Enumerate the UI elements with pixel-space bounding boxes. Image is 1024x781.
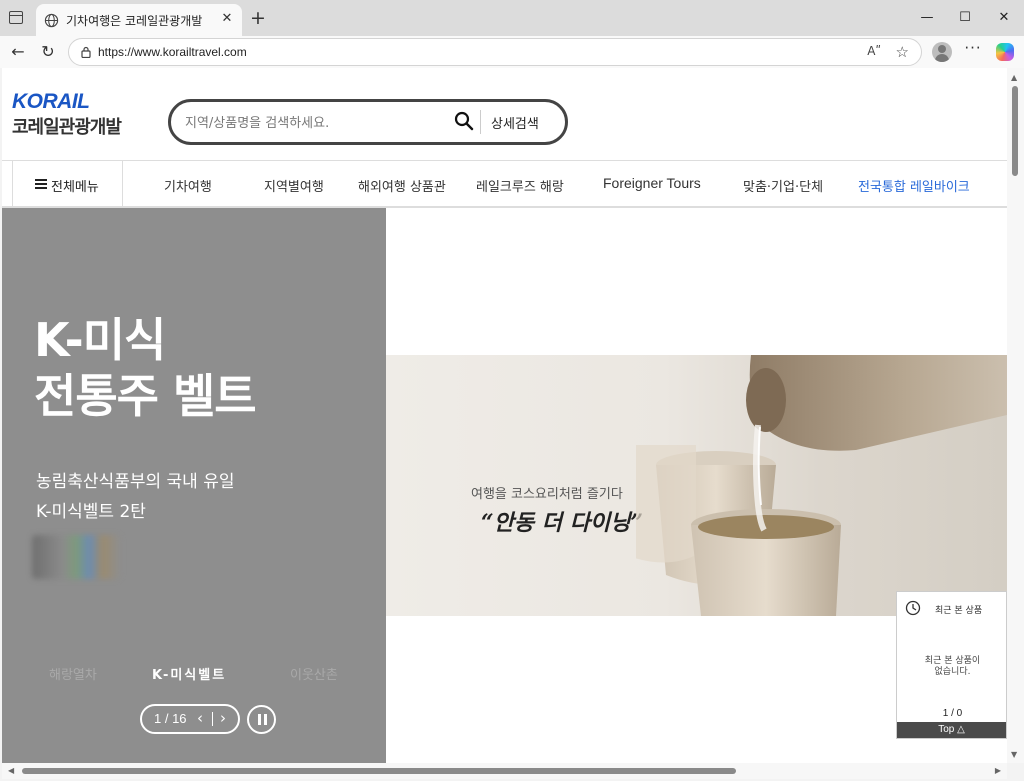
maximize-button[interactable]: ☐ (950, 6, 980, 30)
minimize-button[interactable]: — (912, 6, 942, 30)
all-menu-label: 전체메뉴 (51, 180, 99, 195)
logo-wordmark: KORAIL (12, 90, 90, 113)
nav-rail-bike[interactable]: 전국통합 레일바이크 (858, 176, 970, 195)
url-text[interactable]: https://www.korailtravel.com (98, 45, 247, 59)
hero-badge-image (32, 535, 120, 579)
vertical-scrollbar[interactable]: ▲ ▼ (1007, 68, 1024, 763)
slide-counter: 1 / 16 (154, 711, 187, 726)
history-clock-icon (905, 600, 921, 616)
advanced-search-button[interactable]: 상세검색 (491, 113, 539, 132)
search-box: 상세검색 (168, 99, 568, 145)
nav-foreigner-tours[interactable]: Foreigner Tours (603, 175, 701, 191)
page-viewport: KORAIL 코레일관광개발 상세검색 전체메뉴 기차여행 지역별여행 해외여행… (2, 68, 1007, 763)
nav-train-travel[interactable]: 기차여행 (164, 176, 212, 195)
banner-caption: 여행을 코스요리처럼 즐기다 (471, 487, 623, 502)
new-tab-button[interactable]: + (247, 7, 269, 29)
browser-tabstrip: 기차여행은 코레일관광개발 ✕ + — ☐ ✕ (0, 0, 1024, 36)
back-button[interactable]: ← (6, 40, 30, 64)
favorite-star-icon[interactable]: ☆ (896, 43, 909, 61)
nav-overseas-travel[interactable]: 해외여행 상품관 (358, 176, 446, 195)
copilot-icon[interactable] (996, 43, 1014, 61)
close-window-button[interactable]: ✕ (989, 6, 1019, 30)
horizontal-scroll-thumb[interactable] (22, 768, 736, 774)
lock-icon[interactable] (80, 46, 92, 58)
recent-empty-message: 최근 본 상품이 없습니다. (897, 656, 1007, 678)
profile-avatar[interactable] (932, 42, 952, 62)
hero-title-line2: 전통주 벨트 (34, 369, 257, 423)
hero-tab-haerang[interactable]: 해랑열차 (49, 664, 97, 683)
recently-viewed-widget: 최근 본 상품 최근 본 상품이 없습니다. 1 / 0 Top △ (896, 591, 1007, 739)
horizontal-scrollbar[interactable]: ◀ ▶ (2, 763, 1007, 779)
pause-icon[interactable] (247, 705, 276, 734)
scroll-left-arrow[interactable]: ◀ (8, 766, 14, 775)
recent-page-count: 1 / 0 (942, 708, 963, 719)
scroll-right-arrow[interactable]: ▶ (995, 766, 1001, 775)
nav-regional-travel[interactable]: 지역별여행 (264, 176, 324, 195)
banner-headline: “안동 더 다이닝” (481, 510, 644, 536)
slide-pager: 1 / 16 ‹ › (140, 704, 240, 734)
scroll-top-button[interactable]: Top △ (897, 722, 1006, 738)
tab-close-icon[interactable]: ✕ (218, 10, 236, 28)
recent-title: 최근 본 상품 (935, 606, 983, 616)
hero-tab-neighbor-village[interactable]: 이웃산촌 (290, 664, 338, 683)
search-input[interactable] (185, 111, 440, 135)
browser-toolbar: ← ↻ https://www.korailtravel.com Aʺ ☆ ··… (0, 36, 1024, 68)
search-divider (480, 110, 481, 134)
search-icon[interactable] (454, 111, 474, 131)
globe-icon (44, 13, 59, 28)
tab-title: 기차여행은 코레일관광개발 (66, 14, 203, 28)
recent-empty-line1: 최근 본 상품이 (924, 656, 981, 666)
scroll-down-arrow[interactable]: ▼ (1011, 750, 1017, 759)
global-nav: 전체메뉴 기차여행 지역별여행 해외여행 상품관 레일크루즈 해랑 Foreig… (2, 160, 1007, 208)
reload-button[interactable]: ↻ (36, 40, 60, 64)
scroll-up-arrow[interactable]: ▲ (1011, 73, 1017, 82)
site-logo[interactable]: KORAIL 코레일관광개발 (12, 90, 142, 140)
pager-divider (212, 712, 213, 726)
hero-banner-image[interactable]: 여행을 코스요리처럼 즐기다 “안동 더 다이닝” (386, 355, 1007, 616)
address-bar[interactable]: https://www.korailtravel.com Aʺ ☆ (68, 38, 922, 66)
next-slide-icon[interactable]: › (220, 709, 226, 727)
all-menu-button[interactable]: 전체메뉴 (12, 161, 123, 207)
prev-slide-icon[interactable]: ‹ (197, 709, 203, 727)
liquor-pour-illustration (636, 355, 1007, 616)
hero-tab-k-food-belt[interactable]: K-미식벨트 (152, 664, 226, 683)
hamburger-icon (35, 179, 47, 189)
nav-custom-corporate-group[interactable]: 맞춤·기업·단체 (743, 176, 823, 195)
hero-title: K-미식 전통주 벨트 (34, 312, 257, 424)
more-options-icon[interactable]: ··· (962, 39, 984, 57)
nav-rail-cruise[interactable]: 레일크루즈 해랑 (476, 176, 564, 195)
browser-tab-active[interactable]: 기차여행은 코레일관광개발 ✕ (36, 4, 242, 36)
vertical-scroll-thumb[interactable] (1012, 86, 1018, 176)
read-aloud-icon[interactable]: Aʺ (867, 44, 881, 58)
hero-subtitle-line1: 농림축산식품부의 국내 유일 (36, 472, 235, 492)
hero-title-line1: K-미식 (34, 313, 166, 367)
hero-subtitle: 농림축산식품부의 국내 유일 K-미식벨트 2탄 (36, 467, 235, 527)
logo-korean-name: 코레일관광개발 (12, 117, 122, 138)
recent-empty-line2: 없습니다. (934, 667, 971, 677)
tab-actions-icon[interactable] (9, 11, 23, 24)
hero-subtitle-line2: K-미식벨트 2탄 (36, 502, 146, 522)
hero-panel: K-미식 전통주 벨트 농림축산식품부의 국내 유일 K-미식벨트 2탄 해랑열… (2, 208, 386, 763)
